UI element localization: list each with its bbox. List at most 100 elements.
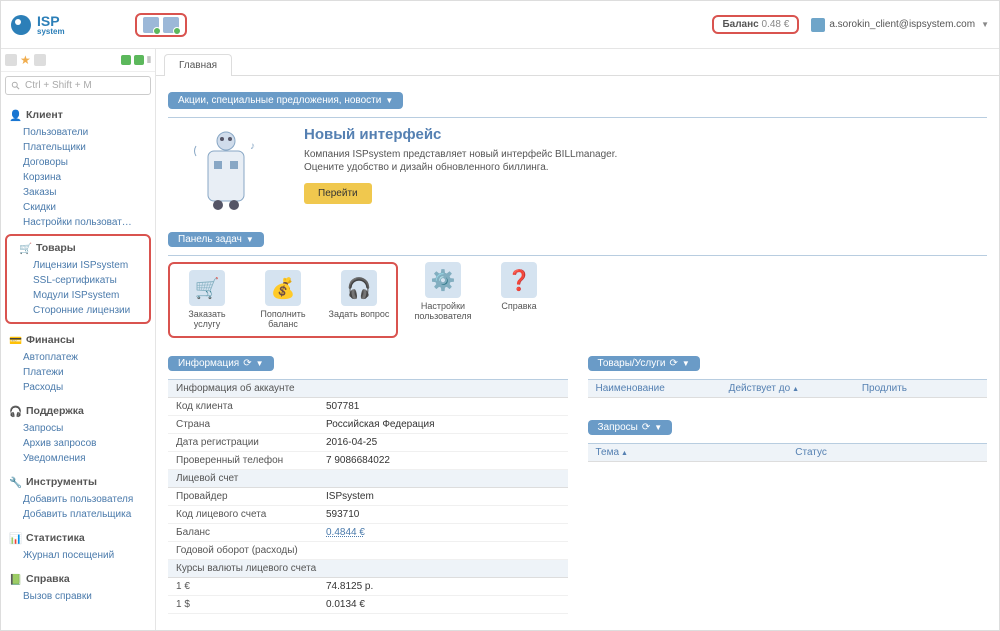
refresh-icon[interactable] xyxy=(143,17,159,33)
info-key: Проверенный телефон xyxy=(176,455,326,466)
sidebar-item[interactable]: Журнал посещений xyxy=(23,548,155,563)
info-row: Код клиента507781 xyxy=(168,398,568,416)
task-item[interactable]: ❓Справка xyxy=(488,262,550,338)
sidebar-group-header[interactable]: 🎧Поддержка xyxy=(1,403,155,419)
col-name[interactable]: Наименование xyxy=(588,380,721,397)
info-key: Годовой оборот (расходы) xyxy=(176,545,326,556)
sidebar-item[interactable]: Модули ISPsystem xyxy=(33,288,145,303)
promo-section-tag[interactable]: Акции, специальные предложения, новости▼ xyxy=(168,92,403,109)
sidebar-group-money: 💳Финансы АвтоплатежПлатежиРасходы xyxy=(1,332,155,395)
task-label: Справка xyxy=(501,302,536,312)
promo-go-button[interactable]: Перейти xyxy=(304,183,372,204)
col-status[interactable]: Статус xyxy=(787,444,987,461)
refresh-icon[interactable]: ⟳ xyxy=(642,422,650,433)
task-item[interactable]: 🛒Заказать услугу xyxy=(176,270,238,330)
services-table-header: Наименование Действует до▲ Продлить xyxy=(588,380,988,398)
sidebar-item[interactable]: Лицензии ISPsystem xyxy=(33,258,145,273)
sidebar-item[interactable]: Добавить пользователя xyxy=(23,492,155,507)
services-section-tag[interactable]: Товары/Услуги⟳▼ xyxy=(588,356,700,371)
headset-icon: 🎧 xyxy=(9,405,21,417)
sidebar-item[interactable]: Платежи xyxy=(23,365,155,380)
expand-icon[interactable] xyxy=(121,55,131,65)
col-renew[interactable]: Продлить xyxy=(854,380,987,397)
save-icon[interactable] xyxy=(163,17,179,33)
logo-brand: ISP xyxy=(37,14,65,28)
info-value[interactable]: 0.4844 € xyxy=(326,527,560,538)
balance-display[interactable]: Баланс 0.48 € xyxy=(712,15,799,34)
sidebar-item[interactable]: Уведомления xyxy=(23,451,155,466)
sidebar-item[interactable]: Архив запросов xyxy=(23,436,155,451)
info-key: Код лицевого счета xyxy=(176,509,326,520)
sidebar-group-header[interactable]: 💳Финансы xyxy=(1,332,155,348)
task-icon: 🛒 xyxy=(189,270,225,306)
sidebar-group-headset: 🎧Поддержка ЗапросыАрхив запросовУведомлен… xyxy=(1,403,155,466)
sidebar-item[interactable]: Вызов справки xyxy=(23,589,155,604)
user-menu[interactable]: a.sorokin_client@ispsystem.com ▼ xyxy=(811,18,989,32)
sidebar-group-header[interactable]: 👤Клиент xyxy=(1,107,155,123)
sidebar-item[interactable]: Заказы xyxy=(23,185,155,200)
info-key: Код клиента xyxy=(176,401,326,412)
task-icon: 💰 xyxy=(265,270,301,306)
info-section-tag[interactable]: Информация⟳▼ xyxy=(168,356,274,371)
logo[interactable]: ISP system xyxy=(11,14,65,36)
sidebar-item[interactable]: Плательщики xyxy=(23,140,155,155)
sidebar-item[interactable]: Запросы xyxy=(23,421,155,436)
tickets-section-tag[interactable]: Запросы⟳▼ xyxy=(588,420,673,435)
info-row: Годовой оборот (расходы) xyxy=(168,542,568,560)
task-item[interactable]: 💰Пополнить баланс xyxy=(252,270,314,330)
svg-text:♪: ♪ xyxy=(250,141,255,152)
sidebar-item[interactable]: Сторонние лицензии xyxy=(33,303,145,318)
sidebar-item[interactable]: SSL-сертификаты xyxy=(33,273,145,288)
refresh-icon[interactable]: ⟳ xyxy=(669,358,677,369)
sidebar-item[interactable]: Добавить плательщика xyxy=(23,507,155,522)
tab-main[interactable]: Главная xyxy=(164,54,232,76)
logo-sub: system xyxy=(37,28,65,36)
promo-line1: Компания ISPsystem представляет новый ин… xyxy=(304,149,617,160)
promo-line2: Оцените удобство и дизайн обновленного б… xyxy=(304,162,617,173)
chevron-down-icon: ▼ xyxy=(246,235,254,244)
sidebar-item[interactable]: Корзина xyxy=(23,170,155,185)
task-item[interactable]: ⚙️ Настройки пользователя xyxy=(412,262,474,338)
sidebar-toolbar: ★ ⦀ xyxy=(1,49,155,72)
grid-icon[interactable] xyxy=(5,54,17,66)
info-key: 1 $ xyxy=(176,599,326,610)
sidebar-item[interactable]: Договоры xyxy=(23,155,155,170)
info-subheader: Информация об аккаунте xyxy=(168,380,568,398)
info-value: 0.0134 € xyxy=(326,599,560,610)
collapse-icon[interactable] xyxy=(134,55,144,65)
refresh-icon[interactable]: ⟳ xyxy=(243,358,251,369)
sidebar-group-header[interactable]: 📊Статистика xyxy=(1,530,155,546)
sidebar-item[interactable]: Скидки xyxy=(23,200,155,215)
sidebar-item[interactable]: Автоплатеж xyxy=(23,350,155,365)
info-row: Дата регистрации2016-04-25 xyxy=(168,434,568,452)
drag-handle-icon[interactable]: ⦀ xyxy=(147,55,151,66)
sidebar-group-header[interactable]: 🔧Инструменты xyxy=(1,474,155,490)
promo-title: Новый интерфейс xyxy=(304,126,617,143)
sidebar-item[interactable]: Пользователи xyxy=(23,125,155,140)
sidebar-group-header[interactable]: 📗Справка xyxy=(1,571,155,587)
info-subheader: Курсы валюты лицевого счета xyxy=(168,560,568,578)
avatar-icon xyxy=(811,18,825,32)
star-icon[interactable]: ★ xyxy=(20,53,31,67)
user-email: a.sorokin_client@ispsystem.com xyxy=(829,19,975,30)
chevron-down-icon: ▼ xyxy=(682,359,690,368)
task-section-tag[interactable]: Панель задач▼ xyxy=(168,232,264,247)
sidebar-item[interactable]: Расходы xyxy=(23,380,155,395)
info-row: ПровайдерISPsystem xyxy=(168,488,568,506)
sidebar-group-header[interactable]: 🛒Товары xyxy=(11,240,145,256)
task-icon: ⚙️ xyxy=(425,262,461,298)
task-label: Настройки пользователя xyxy=(412,302,474,322)
sidebar-search[interactable]: Ctrl + Shift + M xyxy=(5,76,151,95)
person-icon: 👤 xyxy=(9,109,21,121)
task-item[interactable]: 🎧Задать вопрос xyxy=(328,270,390,330)
chevron-down-icon: ▼ xyxy=(654,423,662,432)
sidebar-item[interactable]: Настройки пользоват… xyxy=(23,215,155,230)
info-row: Проверенный телефон7 9086684022 xyxy=(168,452,568,470)
cart-icon: 🛒 xyxy=(19,242,31,254)
col-expires[interactable]: Действует до▲ xyxy=(721,380,854,397)
chevron-down-icon: ▼ xyxy=(981,20,989,29)
sidebar-group-wrench: 🔧Инструменты Добавить пользователяДобавит… xyxy=(1,474,155,522)
promo-illustration: ♪ xyxy=(168,126,288,216)
col-subject[interactable]: Тема▲ xyxy=(588,444,788,461)
list-icon[interactable] xyxy=(34,54,46,66)
